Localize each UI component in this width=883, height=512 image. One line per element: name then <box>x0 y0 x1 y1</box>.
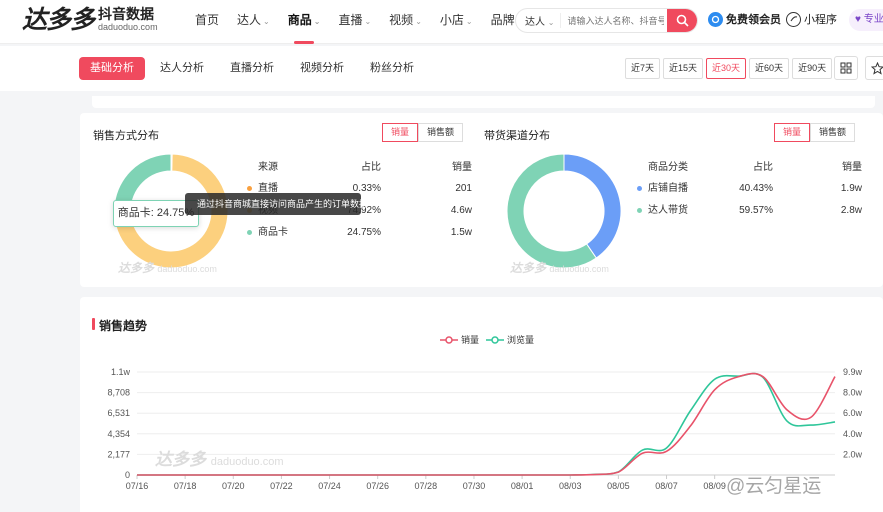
x-tick-label: 07/20 <box>222 481 245 491</box>
y-left-tick: 4,354 <box>107 429 130 439</box>
y-right-tick: 6.0w <box>843 408 863 418</box>
x-tick-label: 07/22 <box>270 481 293 491</box>
sales-trend-chart: 0 2,177 2.0w 4,354 4.0w 6,531 6.0w 8,708 8.0w 1.1… <box>107 367 863 491</box>
x-tick-label: 07/28 <box>415 481 438 491</box>
x-tick-label: 08/01 <box>511 481 534 491</box>
y-right-tick: 8.0w <box>843 388 863 398</box>
y-right-tick: 4.0w <box>843 429 863 439</box>
x-tick-label: 08/05 <box>607 481 630 491</box>
y-right-tick: 2.0w <box>843 449 863 459</box>
x-tick-label: 08/09 <box>703 481 726 491</box>
x-tick-label: 07/26 <box>366 481 389 491</box>
x-tick-label: 07/16 <box>126 481 149 491</box>
y-right-tick: 9.9w <box>843 367 863 377</box>
y-left-tick: 8,708 <box>107 388 130 398</box>
x-tick-label: 08/03 <box>559 481 582 491</box>
x-tick-label: 07/24 <box>318 481 341 491</box>
chart-watermark: 达多多 daduoduo.com <box>155 445 284 470</box>
y-left-tick: 6,531 <box>107 408 130 418</box>
x-tick-label: 07/30 <box>463 481 486 491</box>
watermark-domain: daduoduo.com <box>210 456 284 468</box>
x-tick-label: 07/18 <box>174 481 197 491</box>
y-left-tick: 1.1w <box>111 367 131 377</box>
watermark-main: 达多多 <box>155 450 206 469</box>
y-left-tick: 0 <box>125 470 130 480</box>
x-tick-label: 08/07 <box>655 481 678 491</box>
corner-watermark: @云匀星运 <box>726 476 822 497</box>
y-left-tick: 2,177 <box>107 449 130 459</box>
